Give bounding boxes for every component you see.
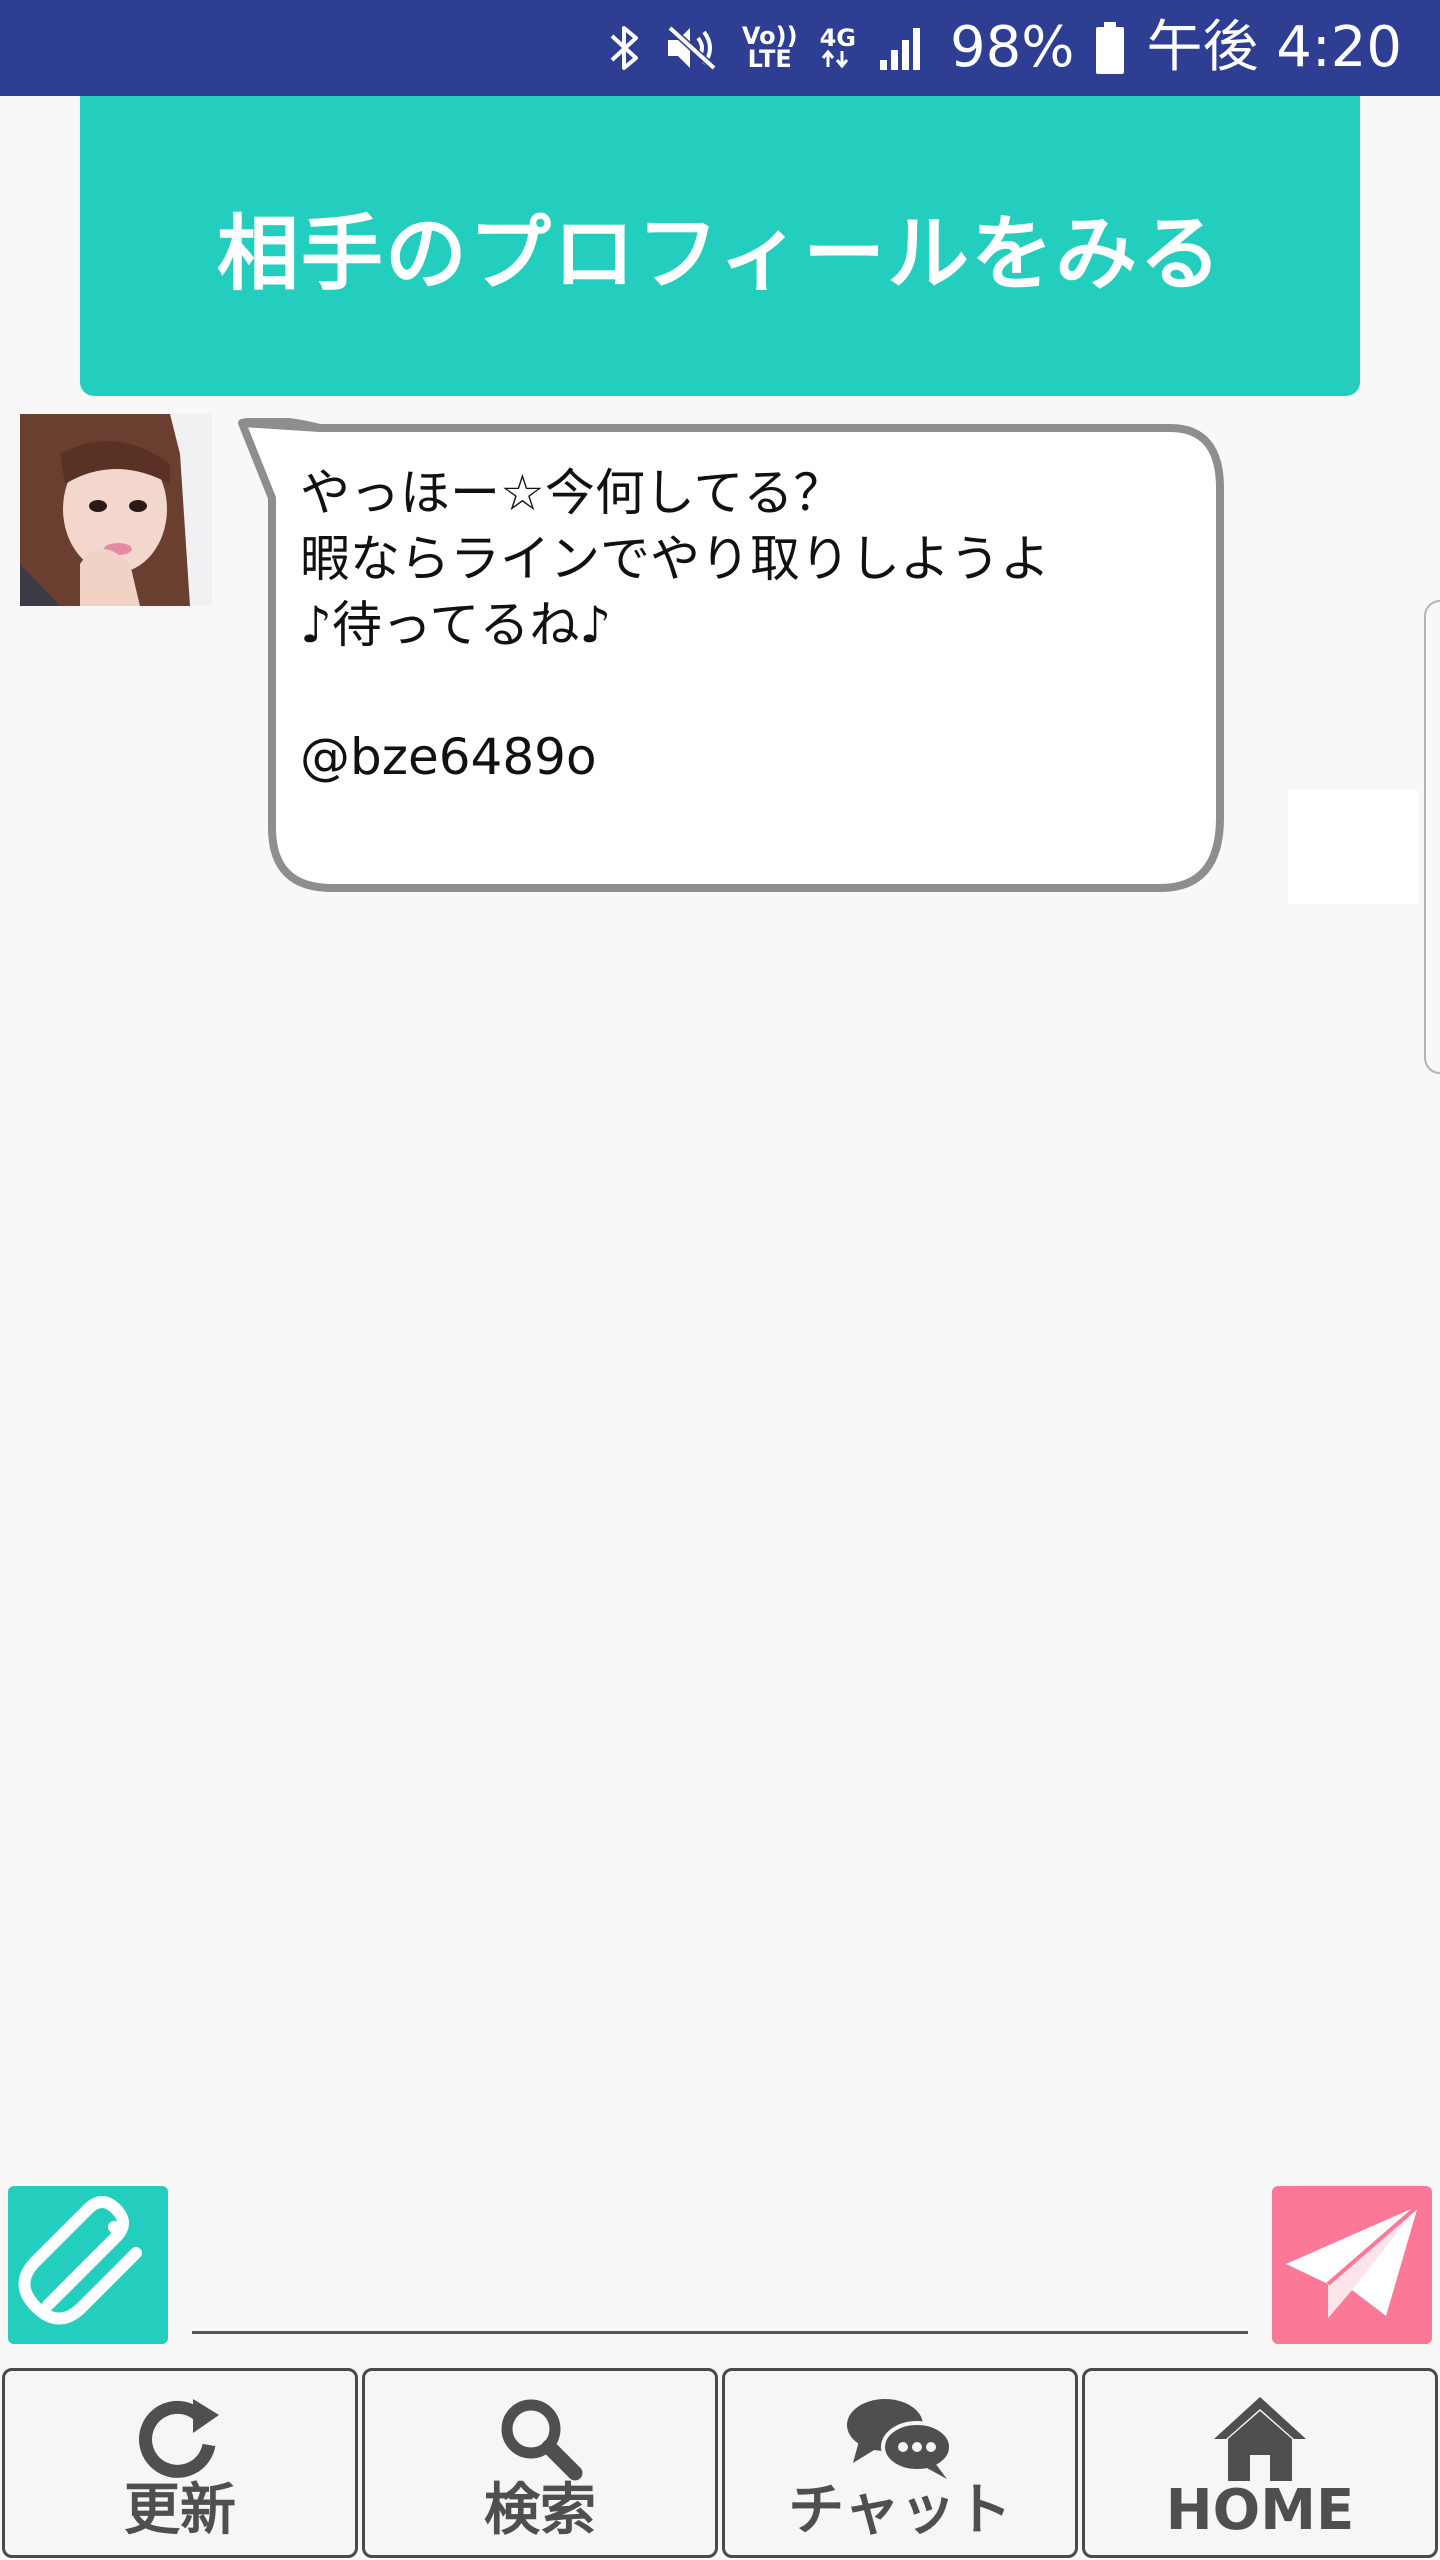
blank-panel — [1288, 790, 1418, 904]
nav-refresh-button[interactable]: 更新 — [2, 2368, 358, 2558]
nav-home-button[interactable]: HOME — [1082, 2368, 1438, 2558]
data-arrows-icon: 4G — [819, 23, 856, 70]
paperclip-icon — [18, 2193, 158, 2337]
refresh-icon — [135, 2393, 225, 2487]
battery-percent: 98% — [949, 15, 1075, 80]
chat-bubbles-icon — [845, 2393, 955, 2487]
view-profile-button[interactable]: 相手のプロフィールをみる — [80, 96, 1360, 396]
signal-icon — [878, 24, 928, 72]
nav-home-label: HOME — [1165, 2478, 1355, 2543]
send-button[interactable] — [1272, 2186, 1432, 2344]
nav-chat-label: チャット — [788, 2478, 1012, 2543]
bottom-nav: 更新 検索 チャット HOME — [0, 2368, 1440, 2560]
avatar[interactable] — [20, 414, 212, 606]
clock: 午後 4:20 — [1146, 15, 1402, 80]
nav-refresh-label: 更新 — [124, 2478, 236, 2543]
side-drawer-handle[interactable] — [1424, 600, 1440, 1074]
search-icon — [495, 2393, 585, 2487]
bluetooth-icon — [608, 22, 642, 74]
network-type: 4G — [819, 23, 856, 52]
attach-button[interactable] — [8, 2186, 168, 2344]
paper-plane-icon — [1282, 2198, 1422, 2332]
nav-chat-button[interactable]: チャット — [722, 2368, 1078, 2558]
volte-icon: Vo)) LTE — [741, 22, 798, 73]
mute-icon — [664, 22, 720, 74]
nav-search-button[interactable]: 検索 — [362, 2368, 718, 2558]
nav-search-label: 検索 — [484, 2478, 596, 2543]
message-text: やっほー☆今何してる？ 暇ならラインでやり取りしようよ ♪待ってるね♪ @bze… — [300, 464, 1050, 786]
home-icon — [1212, 2393, 1308, 2487]
status-bar: Vo)) LTE 4G 98% 午後 4:20 — [0, 0, 1440, 96]
battery-icon — [1096, 22, 1125, 74]
message-input[interactable] — [192, 2200, 1248, 2334]
